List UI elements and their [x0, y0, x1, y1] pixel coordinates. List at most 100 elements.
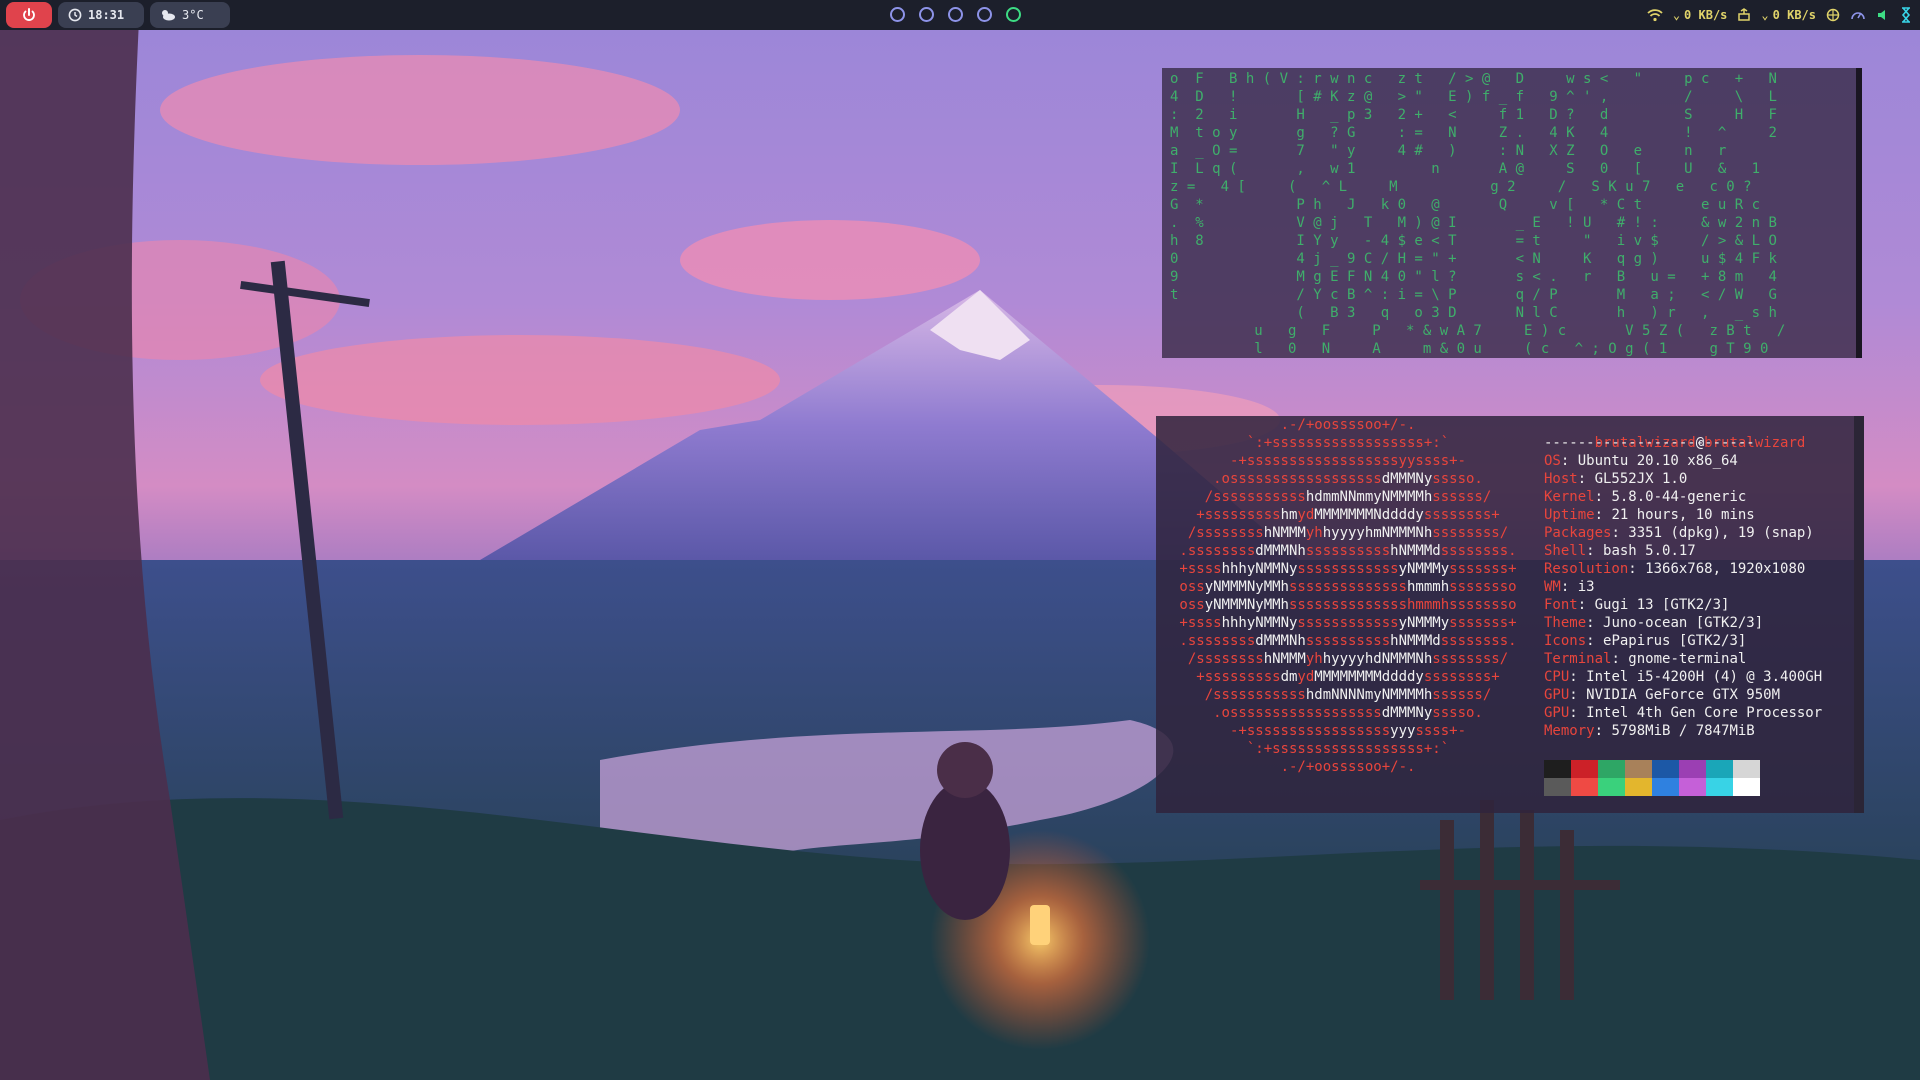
workspace-indicator[interactable] — [1006, 7, 1021, 22]
info-key: Theme — [1544, 615, 1587, 631]
info-value: 5.8.0-44-generic — [1611, 489, 1747, 505]
info-value: 5798MiB / 7847MiB — [1611, 723, 1755, 739]
logo-segment: hhhyNMMNy — [1221, 561, 1298, 577]
info-value: 1366x768, 1920x1080 — [1645, 561, 1806, 577]
logo-line: +sssshhhyNMMNyssssssssssssyNMMMysssssss+ — [1156, 614, 1540, 632]
system-tray: ⌄ 0 KB/s ⌄ 0 KB/s — [1647, 0, 1912, 30]
logo-segment: /sssssssssss — [1204, 489, 1306, 505]
info-colon: : — [1560, 453, 1578, 469]
logo-segment: .-/+oossssoo+/-. — [1280, 417, 1416, 433]
logo-segment: ssss+- — [1415, 723, 1467, 739]
info-row: Host: GL552JX 1.0 — [1544, 470, 1854, 488]
info-key: GPU — [1544, 705, 1570, 721]
info-value: Gugi 13 [GTK2/3] — [1594, 597, 1730, 613]
logo-segment: hNMMMd — [1390, 543, 1441, 559]
info-value: Intel i5-4200H (4) @ 3.400GH — [1586, 669, 1823, 685]
matrix-text-row: ( B 3 q o 3 D N l C h ) r , _ s h — [1170, 305, 1777, 321]
volume-icon[interactable] — [1876, 8, 1890, 22]
upload-rate: ⌄ 0 KB/s — [1761, 8, 1816, 22]
power-button[interactable] — [6, 2, 52, 28]
color-palette — [1544, 760, 1760, 796]
info-key: Icons — [1544, 633, 1587, 649]
weather-widget[interactable]: 3°C — [150, 2, 230, 28]
workspace-indicator[interactable] — [919, 7, 934, 22]
logo-segment: .-/+oossssoo+/-. — [1280, 759, 1416, 775]
info-row: WM: i3 — [1544, 578, 1854, 596]
matrix-text-row: h 8 I Y y - 4 $ e < T = t " i v $ / > & … — [1170, 233, 1777, 249]
info-value: Ubuntu 20.10 x86_64 — [1577, 453, 1738, 469]
palette-swatch — [1679, 778, 1706, 796]
ethernet-icon[interactable] — [1737, 8, 1751, 22]
info-value: bash 5.0.17 — [1603, 543, 1696, 559]
info-key: Host — [1544, 471, 1578, 487]
logo-segment: sssssssssssssshmmmh — [1289, 597, 1450, 613]
logo-segment: yNMMMNyMMh — [1204, 579, 1289, 595]
info-row: Memory: 5798MiB / 7847MiB — [1544, 722, 1854, 740]
clock-widget[interactable]: 18:31 — [58, 2, 144, 28]
logo-segment: yNMMMy — [1398, 615, 1450, 631]
workspace-indicator[interactable] — [977, 7, 992, 22]
logo-segment: hhhyNMMNy — [1221, 615, 1298, 631]
info-row: GPU: Intel 4th Gen Core Processor — [1544, 704, 1854, 722]
matrix-text-row: : 2 i H _ p 3 2 + < f 1 D ? d S H F — [1170, 107, 1777, 123]
info-colon: : — [1577, 597, 1595, 613]
logo-segment: `:+ssssssssssssssssss+:` — [1246, 435, 1450, 451]
neofetch-terminal-window[interactable]: .-/+oossssoo+/-. `:+ssssssssssssssssss+:`… — [1156, 416, 1864, 813]
info-colon: : — [1594, 489, 1612, 505]
logo-segment: ssssssss+ — [1423, 507, 1500, 523]
logo-line: .-/+oossssoo+/-. — [1156, 758, 1540, 776]
info-row: Uptime: 21 hours, 10 mins — [1544, 506, 1854, 524]
logo-segment: ssssssso — [1449, 579, 1517, 595]
logo-segment: ssssssss. — [1440, 633, 1517, 649]
info-row: Font: Gugi 13 [GTK2/3] — [1544, 596, 1854, 614]
logo-segment: ssssssss/ — [1432, 651, 1509, 667]
info-key: OS — [1544, 453, 1561, 469]
logo-segment: .ossssssssssssssssss — [1213, 705, 1382, 721]
palette-swatch — [1625, 778, 1652, 796]
logo-segment: ssssssss+ — [1423, 669, 1500, 685]
workspace-indicator[interactable] — [890, 7, 905, 22]
palette-swatch — [1706, 778, 1733, 796]
logo-segment: dm — [1280, 669, 1298, 685]
palette-swatch — [1544, 778, 1571, 796]
info-key: CPU — [1544, 669, 1570, 685]
palette-swatch — [1652, 760, 1679, 778]
logo-segment: dMMMNh — [1255, 633, 1306, 649]
logo-segment: .ssssssss — [1179, 543, 1256, 559]
info-key: Shell — [1544, 543, 1587, 559]
palette-swatch — [1598, 760, 1625, 778]
terminal-scrollbar[interactable] — [1858, 424, 1862, 794]
logo-segment: .ssssssss — [1179, 633, 1256, 649]
logo-segment: hdmmNNmmyNMMMMh — [1305, 489, 1433, 505]
logo-line: /ssssssssssshdmNNNNmyNMMMMhssssss/ — [1156, 686, 1540, 704]
logo-segment: ssssssss/ — [1432, 525, 1509, 541]
logo-segment: hyyyyhmNMMMNh — [1322, 525, 1433, 541]
logo-line: .ossssssssssssssssssdMMMNysssso. — [1156, 704, 1540, 722]
logo-segment: /ssssssss — [1187, 651, 1264, 667]
palette-swatch — [1652, 778, 1679, 796]
palette-swatch — [1571, 760, 1598, 778]
speedometer-icon[interactable] — [1850, 8, 1866, 22]
info-row: Packages: 3351 (dpkg), 19 (snap) — [1544, 524, 1854, 542]
logo-segment: dMMMNy — [1381, 471, 1433, 487]
chevron-down-icon: ⌄ — [1761, 8, 1769, 22]
logo-line: +sssssssssdmydMMMMMMMMddddyssssssss+ — [1156, 668, 1540, 686]
workspace-indicator[interactable] — [948, 7, 963, 22]
hourglass-icon[interactable] — [1900, 7, 1912, 23]
info-row: CPU: Intel i5-4200H (4) @ 3.400GH — [1544, 668, 1854, 686]
logo-line: .ssssssssdMMMNhsssssssssshNMMMdssssssss. — [1156, 542, 1540, 560]
wifi-icon[interactable] — [1647, 8, 1663, 22]
info-colon: : — [1586, 633, 1604, 649]
logo-segment: ssssssso — [1449, 597, 1517, 613]
matrix-text-row: G * P h J k 0 @ Q v [ * C t e u R c — [1170, 197, 1761, 213]
globe-icon[interactable] — [1826, 8, 1840, 22]
logo-segment: yd — [1297, 507, 1315, 523]
info-value: ePapirus [GTK2/3] — [1603, 633, 1747, 649]
info-row: Shell: bash 5.0.17 — [1544, 542, 1854, 560]
info-row: Resolution: 1366x768, 1920x1080 — [1544, 560, 1854, 578]
ubuntu-ascii-logo: .-/+oossssoo+/-. `:+ssssssssssssssssss+:`… — [1156, 416, 1540, 813]
matrix-terminal-window[interactable]: o F B h ( V : r w n c z t / > @ D w s < … — [1162, 68, 1862, 358]
info-colon: : — [1586, 543, 1604, 559]
info-key: Memory — [1544, 723, 1595, 739]
palette-swatch — [1706, 760, 1733, 778]
